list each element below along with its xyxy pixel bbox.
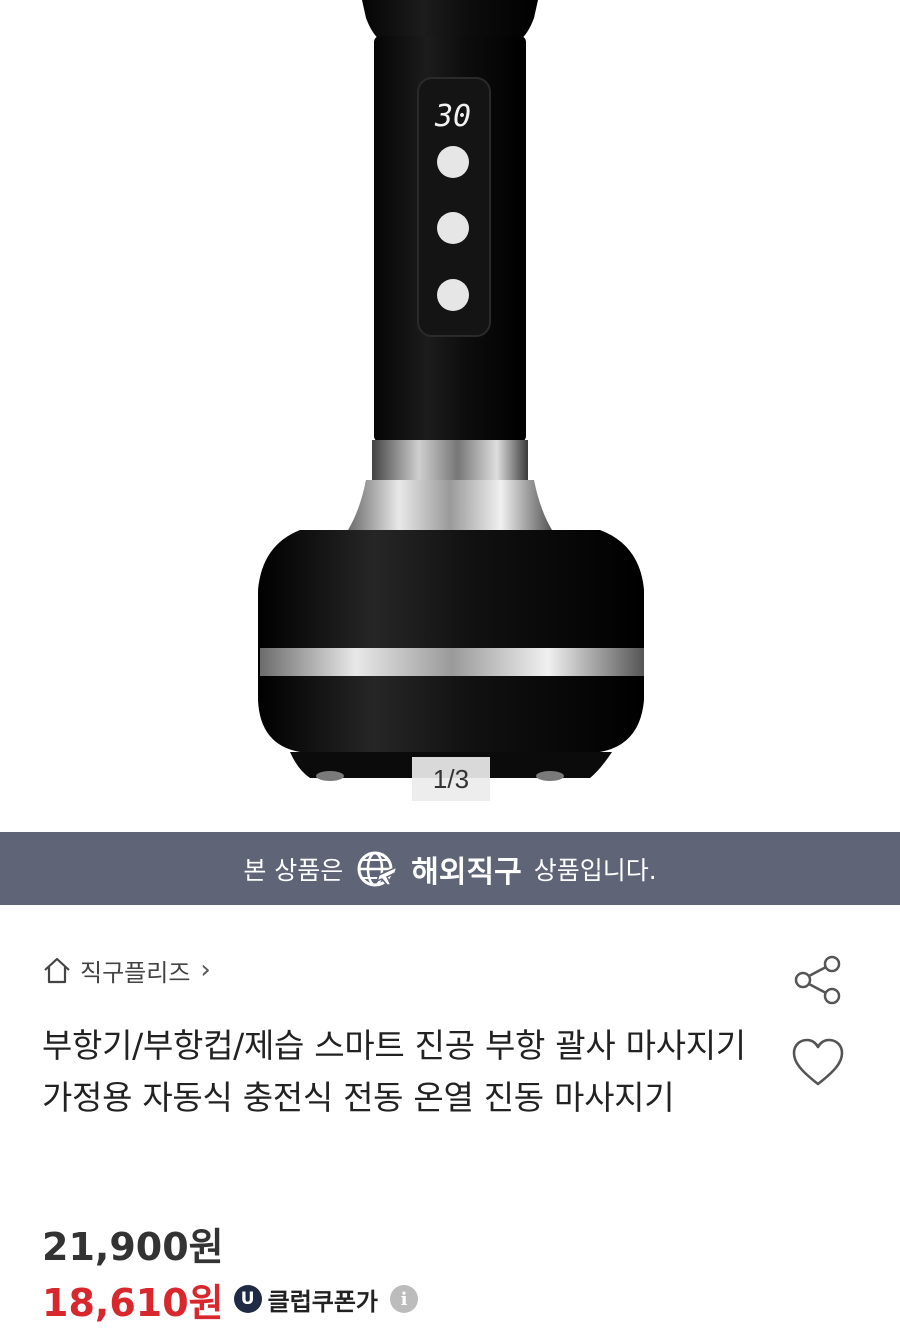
product-title: 부항기/부항컵/제습 스마트 진공 부항 괄사 마사지기 가정용 자동식 충전식…	[42, 1026, 746, 1117]
banner-suffix: 상품입니다.	[533, 855, 657, 885]
share-icon[interactable]	[790, 952, 846, 1008]
sale-price-row: 18,610원 U 클럽쿠폰가 i	[42, 1272, 419, 1326]
store-link[interactable]: 직구플리즈 ›	[42, 950, 211, 990]
banner-prefix: 본 상품은	[243, 855, 344, 885]
overseas-purchase-banner: 본 상품은 해외직구 상품입니다.	[0, 832, 900, 905]
device-display-value: 30	[434, 99, 471, 134]
store-name: 직구플리즈	[80, 958, 191, 987]
image-page-counter: 1/3	[412, 757, 490, 801]
info-icon[interactable]: i	[390, 1285, 419, 1313]
original-price: 21,900원	[42, 1225, 224, 1269]
club-coupon-price: 18,610원	[42, 1280, 224, 1325]
coupon-label-text: 클럽쿠폰가	[267, 1287, 379, 1316]
banner-brand: 해외직구	[411, 854, 522, 890]
club-u-icon: U	[233, 1285, 262, 1313]
home-icon	[44, 957, 70, 984]
chevron-right-icon: ›	[200, 955, 211, 985]
product-image: 30	[258, 0, 644, 781]
product-image-gallery[interactable]: 30 1/3	[0, 0, 900, 832]
heart-icon[interactable]	[790, 1036, 846, 1092]
club-coupon-label: U 클럽쿠폰가 i	[233, 1282, 419, 1317]
globe-airplane-icon	[357, 851, 399, 886]
